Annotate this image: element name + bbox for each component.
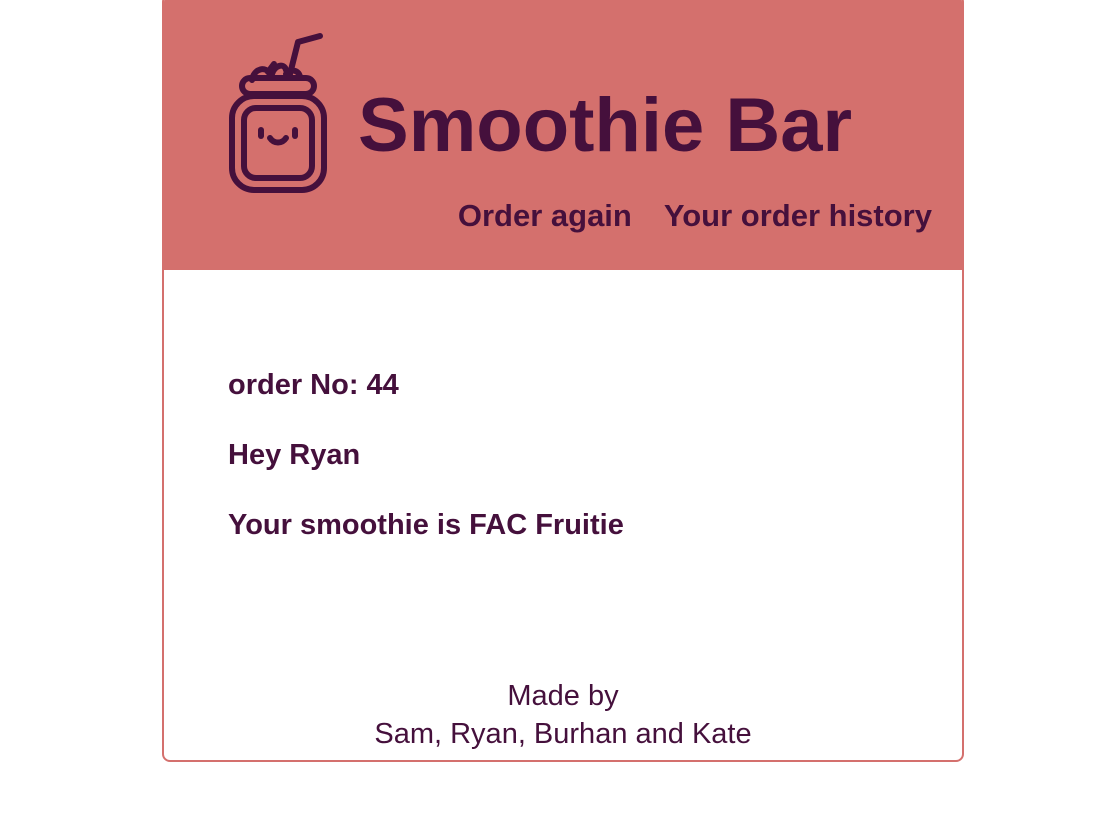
app-card: Smoothie Bar Order again Your order hist… [162, 0, 964, 762]
authors-text: Sam, Ryan, Burhan and Kate [374, 718, 752, 750]
made-by-label: Made by [507, 680, 619, 712]
header-nav: Order again Your order history [458, 200, 932, 231]
site-title: Smoothie Bar [358, 83, 853, 168]
smoothie-name: Your smoothie is FAC Fruitie [228, 508, 624, 541]
site-footer: Made by Sam, Ryan, Burhan and Kate [164, 677, 962, 753]
site-header: Smoothie Bar Order again Your order hist… [164, 0, 962, 270]
order-again-link[interactable]: Order again [458, 200, 632, 231]
smoothie-jar-icon [228, 30, 328, 194]
order-number: order No: 44 [228, 369, 399, 401]
order-summary: order No: 44 Hey Ryan Your smoothie is F… [228, 368, 624, 577]
greeting: Hey Ryan [228, 438, 361, 471]
order-history-link[interactable]: Your order history [664, 200, 932, 231]
